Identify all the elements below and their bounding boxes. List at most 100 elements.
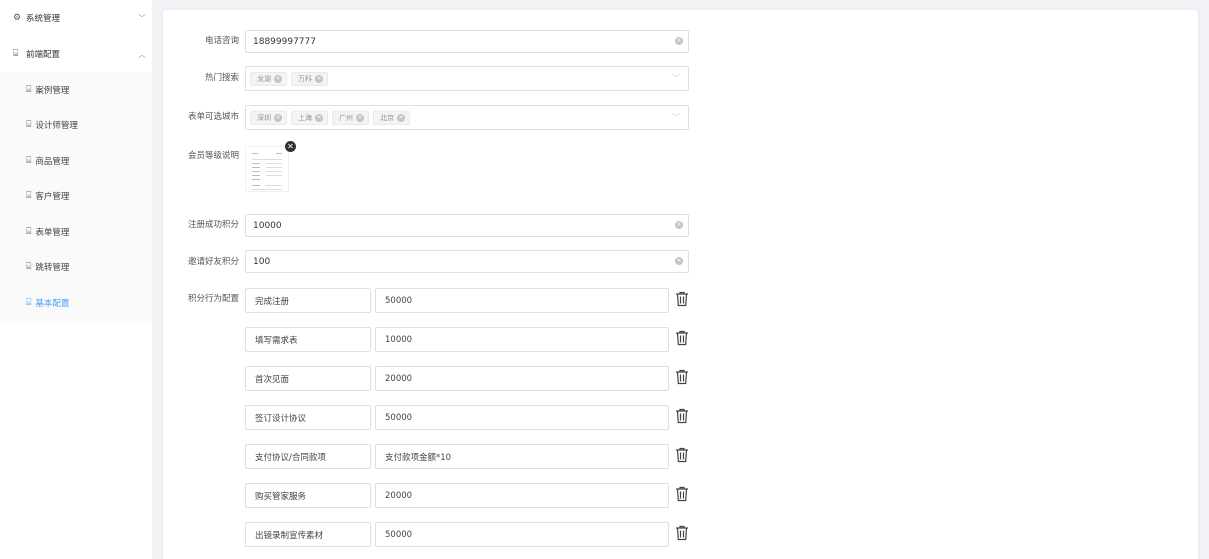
sidebar-item-forms[interactable]: ⌸ 表单管理 <box>0 214 152 249</box>
tag: 上海 × <box>291 110 328 125</box>
remove-image-icon[interactable]: ✕ <box>285 141 296 152</box>
tag-label: 上海 <box>298 113 312 122</box>
trash-icon[interactable] <box>675 291 689 307</box>
menu-group-system[interactable]: ⚙ 系统管理 ﹀ <box>0 0 152 36</box>
invite-points-value: 100 <box>253 256 271 267</box>
sidebar-item-label: 基本配置 <box>35 298 70 309</box>
chevron-up-icon: ︿ <box>138 49 146 59</box>
cities-label: 表单可选城市 <box>187 112 239 122</box>
tag-label: 万科 <box>298 74 312 83</box>
close-icon[interactable]: × <box>274 74 282 83</box>
rule-name: 签订设计协议 <box>255 413 307 424</box>
close-icon[interactable]: × <box>397 113 405 122</box>
clear-icon[interactable]: × <box>675 221 683 229</box>
map-icon: ⌸ <box>13 49 19 59</box>
rule-value-input[interactable]: 50000 <box>375 288 669 313</box>
cities-select[interactable]: 深圳 × 上海 × 广州 × 北京 × ﹀ <box>245 105 689 130</box>
member-level-label: 会员等级说明 <box>187 151 239 161</box>
trash-icon[interactable] <box>675 525 689 541</box>
tag: 广州 × <box>332 110 369 125</box>
rule-value: 10000 <box>385 334 413 345</box>
sidebar-item-basic-config[interactable]: ⌸ 基本配置 <box>0 285 152 320</box>
rule-value: 50000 <box>385 412 413 423</box>
rule-name-input[interactable]: 首次见面 <box>245 366 371 391</box>
chevron-down-icon: ﹀ <box>672 113 680 122</box>
close-icon[interactable]: × <box>315 113 323 122</box>
menu-group-label: 前端配置 <box>26 50 61 60</box>
chevron-down-icon: ﹀ <box>138 13 146 23</box>
trash-icon[interactable] <box>675 486 689 502</box>
sidebar-item-label: 跳转管理 <box>35 263 70 273</box>
rule-value-input[interactable]: 支付款项金额*10 <box>375 444 669 469</box>
tag: 万科 × <box>291 71 328 86</box>
map-icon: ⌸ <box>26 191 32 201</box>
rule-name-input[interactable]: 购买管家服务 <box>245 483 371 508</box>
rule-value: 20000 <box>385 373 413 384</box>
trash-icon[interactable] <box>675 447 689 463</box>
sidebar-item-products[interactable]: ⌸ 商品管理 <box>0 143 152 178</box>
rule-value-input[interactable]: 50000 <box>375 522 669 547</box>
map-icon: ⌸ <box>26 226 32 237</box>
sidebar-item-label: 表单管理 <box>35 227 70 238</box>
register-points-label: 注册成功积分 <box>187 220 239 230</box>
clear-icon[interactable]: × <box>675 37 683 45</box>
trash-icon[interactable] <box>675 330 689 346</box>
rule-name-input[interactable]: 支付协议/合同款项 <box>245 444 371 469</box>
phone-input[interactable]: 18899997777 × <box>245 30 689 53</box>
rule-value: 50000 <box>385 295 413 306</box>
register-points-value: 10000 <box>253 220 282 231</box>
sidebar-item-label: 客户管理 <box>35 192 70 202</box>
rule-value-input[interactable]: 50000 <box>375 405 669 430</box>
close-icon[interactable]: × <box>315 74 323 83</box>
tag-label: 龙湖 <box>257 74 271 83</box>
rule-name-input[interactable]: 完成注册 <box>245 288 371 313</box>
rule-name-input[interactable]: 签订设计协议 <box>245 405 371 430</box>
sidebar-item-customers[interactable]: ⌸ 客户管理 <box>0 179 152 214</box>
hot-search-label: 热门搜索 <box>204 73 239 83</box>
sidebar-item-redirects[interactable]: ⌸ 跳转管理 <box>0 250 152 285</box>
rule-name-input[interactable]: 出镜录制宣传素材 <box>245 522 371 547</box>
rule-name: 填写需求表 <box>255 335 298 346</box>
rule-value-input[interactable]: 20000 <box>375 366 669 391</box>
map-icon: ⌸ <box>26 120 32 130</box>
tag-label: 深圳 <box>257 113 271 122</box>
config-form-card: 电话咨询 18899997777 × 热门搜索 龙湖 × 万科 × ﹀ 表单可选城市… <box>163 10 1198 559</box>
sidebar-item-cases[interactable]: ⌸ 案例管理 <box>0 72 152 107</box>
invite-points-label: 邀请好友积分 <box>187 257 239 267</box>
rules-label: 积分行为配置 <box>187 294 239 304</box>
sidebar: ⚙ 系统管理 ﹀ ⌸ 前端配置 ︿ ⌸ 案例管理 ⌸ 设计师管理 ⌸ 商品管理 … <box>0 0 152 559</box>
map-icon: ⌸ <box>26 84 32 95</box>
register-points-input[interactable]: 10000 × <box>245 214 689 237</box>
rule-value: 20000 <box>385 490 413 501</box>
invite-points-input[interactable]: 100 × <box>245 250 689 273</box>
chevron-down-icon: ﹀ <box>672 74 680 83</box>
sidebar-item-designers[interactable]: ⌸ 设计师管理 <box>0 108 152 143</box>
trash-icon[interactable] <box>675 369 689 385</box>
trash-icon[interactable] <box>675 408 689 424</box>
tag-label: 北京 <box>380 113 394 122</box>
submenu: ⌸ 案例管理 ⌸ 设计师管理 ⌸ 商品管理 ⌸ 客户管理 ⌸ 表单管理 ⌸ 跳转… <box>0 72 152 321</box>
menu-group-frontend[interactable]: ⌸ 前端配置 ︿ <box>0 36 152 72</box>
menu-group-label: 系统管理 <box>26 14 61 24</box>
hot-search-select[interactable]: 龙湖 × 万科 × ﹀ <box>245 66 689 91</box>
sidebar-item-label: 设计师管理 <box>35 121 78 131</box>
rule-value-input[interactable]: 20000 <box>375 483 669 508</box>
map-icon: ⌸ <box>26 297 32 308</box>
rule-value-input[interactable]: 10000 <box>375 327 669 352</box>
rule-name: 出镜录制宣传素材 <box>255 530 324 541</box>
rule-name: 购买管家服务 <box>255 491 307 502</box>
rule-name: 首次见面 <box>255 374 290 385</box>
sidebar-item-label: 案例管理 <box>35 85 70 96</box>
clear-icon[interactable]: × <box>675 257 683 265</box>
phone-value: 18899997777 <box>253 36 316 47</box>
sidebar-item-label: 商品管理 <box>35 156 70 167</box>
close-icon[interactable]: × <box>356 113 364 122</box>
tag: 深圳 × <box>250 110 287 125</box>
rule-name: 完成注册 <box>255 296 290 307</box>
rule-value: 支付款项金额*10 <box>385 452 452 463</box>
close-icon[interactable]: × <box>274 113 282 122</box>
rule-name-input[interactable]: 填写需求表 <box>245 327 371 352</box>
rule-name: 支付协议/合同款项 <box>255 452 326 463</box>
phone-label: 电话咨询 <box>204 36 239 46</box>
member-level-image[interactable] <box>245 146 289 192</box>
